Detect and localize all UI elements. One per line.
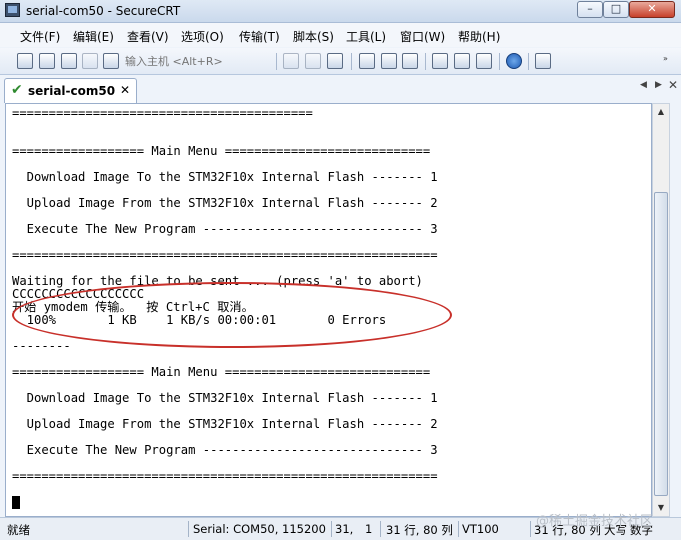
- connected-check-icon: ✔: [11, 82, 23, 98]
- quick-connect-icon[interactable]: [39, 53, 55, 69]
- terminal-cursor: [12, 496, 20, 509]
- menu-file[interactable]: 文件(F): [20, 28, 60, 45]
- menu-script[interactable]: 脚本(S): [293, 28, 334, 45]
- tab-scroll-right-icon[interactable]: ▶: [655, 80, 662, 90]
- menu-transfer[interactable]: 传输(T): [239, 28, 280, 45]
- menu-window[interactable]: 窗口(W): [400, 28, 445, 45]
- terminal-line: ========================================…: [12, 248, 438, 262]
- red-ellipse-annotation: [12, 282, 452, 348]
- menu-tools[interactable]: 工具(L): [346, 28, 386, 45]
- quick-connect-input[interactable]: [125, 53, 270, 69]
- reconnect-icon[interactable]: [82, 53, 98, 69]
- printer-icon[interactable]: [402, 53, 418, 69]
- connect-icon[interactable]: [17, 53, 33, 69]
- watermark: @稀土掘金技术社区: [536, 514, 654, 529]
- vertical-scrollbar[interactable]: ▲ ▼: [652, 103, 670, 517]
- terminal-line: ========================================…: [12, 469, 438, 483]
- window-title: serial-com50 - SecureCRT: [26, 4, 181, 18]
- securecrt-app-icon[interactable]: [5, 3, 20, 17]
- menu-view[interactable]: 查看(V): [127, 28, 169, 45]
- terminal-line: ================== Main Menu ===========…: [12, 144, 431, 158]
- menu-options[interactable]: 选项(O): [181, 28, 224, 45]
- tab-close-icon[interactable]: ✕: [120, 83, 130, 97]
- menu-bar: 文件(F) 编辑(E) 查看(V) 选项(O) 传输(T) 脚本(S) 工具(L…: [0, 23, 681, 47]
- tab-scroll-left-icon[interactable]: ◀: [640, 80, 647, 90]
- minimize-button[interactable]: –: [577, 1, 603, 18]
- toolbar-separator: [425, 53, 426, 70]
- help-icon[interactable]: [506, 53, 522, 69]
- status-size: 31 行, 80 列: [386, 523, 453, 537]
- print-icon[interactable]: [381, 53, 397, 69]
- tab-label: serial-com50: [28, 84, 116, 98]
- status-separator: [331, 521, 332, 537]
- terminal-line: Execute The New Program ----------------…: [12, 222, 438, 236]
- session-options-icon[interactable]: [432, 53, 448, 69]
- toolbar-overflow-chevron[interactable]: »: [663, 54, 668, 63]
- scroll-down-arrow-icon[interactable]: ▼: [653, 500, 669, 516]
- maximize-button[interactable]: □: [603, 1, 629, 18]
- scroll-up-arrow-icon[interactable]: ▲: [653, 104, 669, 120]
- terminal-line: Download Image To the STM32F10x Internal…: [12, 170, 438, 184]
- toolbar-separator: [528, 53, 529, 70]
- scrollbar-thumb[interactable]: [654, 192, 668, 496]
- status-separator: [458, 521, 459, 537]
- terminal-line: ========================================…: [12, 106, 313, 120]
- global-options-icon[interactable]: [454, 53, 470, 69]
- toolbar: [0, 48, 681, 75]
- terminal-screen[interactable]: ========================================…: [5, 103, 652, 517]
- disconnect-icon[interactable]: [103, 53, 119, 69]
- session-tab-strip: ✔ serial-com50 ✕ ◀ ▶ ✕: [0, 75, 681, 103]
- terminal-line: ================== Main Menu ===========…: [12, 365, 431, 379]
- connect-tab-icon[interactable]: [61, 53, 77, 69]
- status-separator: [530, 521, 531, 537]
- terminal-line: Upload Image From the STM32F10x Internal…: [12, 196, 438, 210]
- find-icon[interactable]: [327, 53, 343, 69]
- title-bar: serial-com50 - SecureCRT – □ ✕: [0, 0, 681, 23]
- status-row: 31,: [335, 522, 354, 536]
- tab-strip-close-icon[interactable]: ✕: [668, 78, 678, 92]
- close-button[interactable]: ✕: [629, 1, 675, 18]
- terminal-line: Upload Image From the STM32F10x Internal…: [12, 417, 438, 431]
- status-ready: 就绪: [7, 523, 30, 537]
- status-separator: [188, 521, 189, 537]
- tab-serial-com50[interactable]: ✔ serial-com50 ✕: [4, 78, 137, 103]
- terminal-line: Execute The New Program ----------------…: [12, 443, 438, 457]
- status-separator: [380, 521, 381, 537]
- terminal-line: Download Image To the STM32F10x Internal…: [12, 391, 438, 405]
- toolbar-separator: [351, 53, 352, 70]
- menu-edit[interactable]: 编辑(E): [73, 28, 114, 45]
- terminal-line: --------: [12, 339, 71, 353]
- toolbar-separator: [276, 53, 277, 70]
- status-emulation: VT100: [462, 522, 499, 536]
- copy-icon[interactable]: [283, 53, 299, 69]
- status-col: 1: [365, 522, 373, 536]
- print-setup-icon[interactable]: [359, 53, 375, 69]
- keymap-icon[interactable]: [476, 53, 492, 69]
- menu-help[interactable]: 帮助(H): [458, 28, 500, 45]
- sftp-icon[interactable]: [535, 53, 551, 69]
- toolbar-separator: [499, 53, 500, 70]
- status-connection: Serial: COM50, 115200: [193, 522, 326, 536]
- paste-icon[interactable]: [305, 53, 321, 69]
